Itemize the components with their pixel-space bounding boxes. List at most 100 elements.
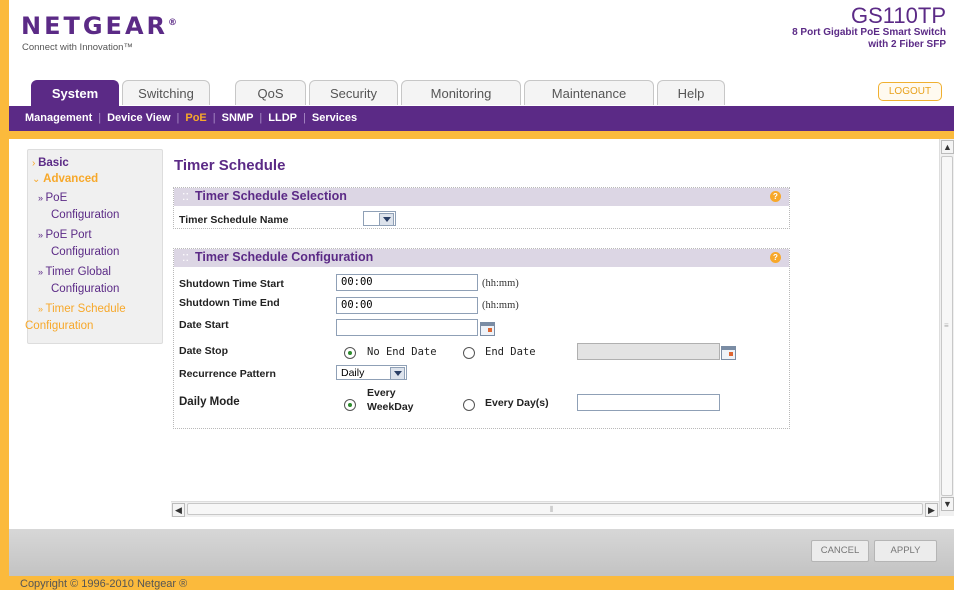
cancel-button[interactable]: CANCEL — [811, 540, 869, 562]
end-date-input[interactable] — [577, 343, 720, 360]
logo-mark: ® — [168, 18, 177, 28]
tab-system[interactable]: System — [31, 80, 119, 107]
leftnav-advanced-label: Advanced — [43, 173, 99, 185]
leftnav-item-label: Configuration — [51, 209, 120, 221]
daily-mode-label: Daily Mode — [179, 396, 240, 408]
shutdown-time-end-input[interactable]: 00:00 — [336, 297, 478, 314]
drag-handle-icon: :: — [182, 189, 189, 203]
product-desc-line1: 8 Port Gigabit PoE Smart Switch — [792, 27, 946, 38]
calendar-icon[interactable] — [480, 322, 495, 336]
select-value: Daily — [341, 367, 365, 379]
subnav-snmp[interactable]: SNMP — [222, 106, 254, 131]
every-weekday-label: Every WeekDay — [367, 386, 414, 414]
recurrence-pattern-select[interactable]: Daily — [336, 365, 407, 380]
subnav-poe[interactable]: PoE — [185, 106, 206, 131]
left-navigation: › Basic ⌄ Advanced » PoE Configuration »… — [25, 149, 163, 344]
double-chevron-icon: » — [38, 267, 46, 277]
help-icon[interactable]: ? — [770, 252, 781, 263]
subnav-separator: | — [303, 112, 306, 124]
leftnav-basic[interactable]: › Basic — [32, 157, 69, 169]
date-start-label: Date Start — [179, 319, 229, 331]
leftnav-item-label: Configuration — [51, 246, 120, 258]
double-chevron-icon: » — [38, 193, 46, 203]
recurrence-pattern-label: Recurrence Pattern — [179, 368, 276, 380]
chevron-down-icon — [379, 213, 394, 226]
leftnav-item-poe-port-configuration[interactable]: » PoE Port Configuration — [38, 227, 119, 261]
leftnav-item-label: Configuration — [51, 283, 120, 295]
tab-switching[interactable]: Switching — [122, 80, 210, 105]
logo-text: NETGEAR — [21, 12, 168, 40]
calendar-icon[interactable] — [721, 346, 736, 360]
every-weekday-radio[interactable] — [344, 399, 356, 411]
leftnav-advanced[interactable]: ⌄ Advanced — [32, 173, 98, 185]
panel-title: Timer Schedule Selection — [194, 189, 347, 203]
panel-header: :: Timer Schedule Configuration ? — [174, 249, 789, 267]
date-stop-label: Date Stop — [179, 345, 229, 357]
timer-schedule-selection-panel: :: Timer Schedule Selection ? Timer Sched… — [173, 187, 790, 229]
tab-security[interactable]: Security — [309, 80, 398, 105]
timer-schedule-name-select[interactable] — [363, 211, 396, 226]
apply-button[interactable]: APPLY — [874, 540, 937, 562]
subnav-separator: | — [259, 112, 263, 124]
grip-icon: ⦀ — [550, 505, 554, 514]
horizontal-scroll-thumb[interactable]: ⦀ — [187, 503, 923, 515]
panel-title: Timer Schedule Configuration — [194, 250, 374, 264]
subnav-device-view[interactable]: Device View — [107, 106, 170, 131]
end-date-radio[interactable] — [463, 347, 475, 359]
double-chevron-icon: » — [38, 230, 46, 240]
tab-help[interactable]: Help — [657, 80, 725, 105]
chevron-down-icon — [390, 367, 405, 380]
leftnav-item-label: PoE Port — [45, 229, 92, 241]
timer-schedule-name-label: Timer Schedule Name — [179, 214, 289, 226]
timer-schedule-configuration-panel: :: Timer Schedule Configuration ? Shutdow… — [173, 248, 790, 429]
drag-handle-icon: :: — [182, 250, 189, 264]
leftnav-item-label: PoE — [45, 192, 68, 204]
help-icon[interactable]: ? — [770, 191, 781, 202]
scroll-right-icon[interactable]: ▶ — [925, 503, 938, 517]
leftnav-basic-label: Basic — [38, 157, 69, 169]
label-line: Every — [367, 387, 396, 399]
end-date-label: End Date — [485, 346, 536, 358]
shutdown-time-start-input[interactable]: 00:00 — [336, 274, 478, 291]
vertical-scroll-thumb[interactable]: ≡ — [941, 156, 953, 496]
product-desc-line2: with 2 Fiber SFP — [868, 39, 946, 50]
no-end-date-radio[interactable] — [344, 347, 356, 359]
scroll-down-icon[interactable]: ▼ — [941, 497, 954, 511]
tagline: Connect with Innovation™ — [22, 42, 133, 53]
netgear-logo: NETGEAR® — [21, 12, 177, 40]
subnav-separator: | — [98, 112, 102, 124]
leftnav-item-label: Configuration — [25, 320, 94, 332]
horizontal-scrollbar[interactable]: ◀ ⦀ ▶ — [171, 501, 939, 517]
tab-qos[interactable]: QoS — [235, 80, 306, 105]
vertical-scrollbar[interactable]: ▲ ≡ ▼ — [939, 139, 954, 516]
divider-band — [9, 131, 954, 139]
subnav-management[interactable]: Management — [25, 106, 92, 131]
logout-button[interactable]: LOGOUT — [878, 82, 942, 101]
leftnav-item-poe-configuration[interactable]: » PoE Configuration — [38, 190, 119, 224]
time-unit-hint: (hh:mm) — [482, 300, 519, 311]
model-name: GS110TP — [851, 3, 946, 28]
date-start-input[interactable] — [336, 319, 478, 336]
header: NETGEAR® Connect with Innovation™ GS110T… — [9, 0, 954, 79]
tab-maintenance[interactable]: Maintenance — [524, 80, 654, 105]
scroll-up-icon[interactable]: ▲ — [941, 140, 954, 154]
leftnav-item-timer-schedule-configuration[interactable]: » Timer Schedule Configuration — [25, 301, 126, 335]
double-chevron-icon: » — [38, 304, 46, 314]
tab-monitoring[interactable]: Monitoring — [401, 80, 521, 105]
every-days-radio[interactable] — [463, 399, 475, 411]
subnav-separator: | — [176, 112, 180, 124]
grip-icon: ≡ — [944, 321, 949, 330]
leftnav-item-label: Timer Schedule — [45, 303, 126, 315]
content-area: › Basic ⌄ Advanced » PoE Configuration »… — [9, 139, 954, 529]
subnav-services[interactable]: Services — [312, 106, 357, 131]
time-unit-hint: (hh:mm) — [482, 278, 519, 289]
subnav-lldp[interactable]: LLDP — [268, 106, 297, 131]
scroll-left-icon[interactable]: ◀ — [172, 503, 185, 517]
copyright: Copyright © 1996-2010 Netgear ® — [20, 578, 188, 590]
shutdown-time-end-label: Shutdown Time End — [179, 297, 280, 309]
leftnav-item-label: Timer Global — [45, 266, 111, 278]
every-days-input[interactable] — [577, 394, 720, 411]
chevron-down-icon: ⌄ — [32, 174, 44, 185]
sub-navigation: Management | Device View | PoE | SNMP | LLDP | Ser… — [9, 106, 954, 131]
leftnav-item-timer-global-configuration[interactable]: » Timer Global Configuration — [38, 264, 119, 298]
